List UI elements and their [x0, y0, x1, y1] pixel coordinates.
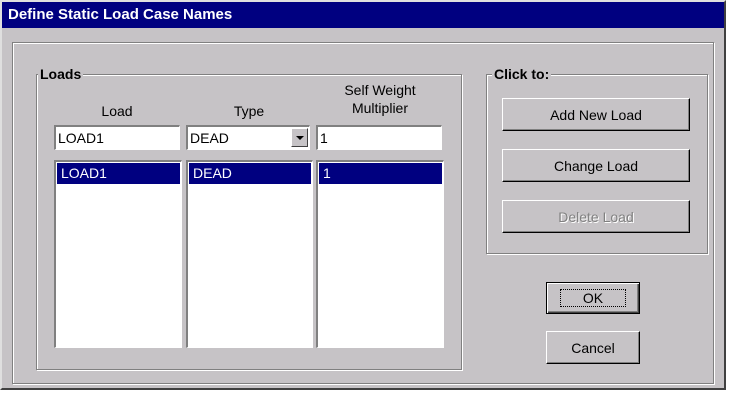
list-item-multiplier[interactable]: 1 — [319, 163, 442, 184]
click-to-group-legend: Click to: — [492, 66, 552, 82]
delete-load-button[interactable]: Delete Load — [502, 200, 690, 233]
list-item-type[interactable]: DEAD — [189, 163, 311, 184]
change-load-button[interactable]: Change Load — [502, 149, 690, 182]
chevron-down-icon — [295, 135, 304, 140]
loads-group-legend: Loads — [38, 66, 84, 82]
load-name-input[interactable]: LOAD1 — [54, 125, 180, 150]
load-type-list[interactable]: DEAD — [186, 160, 313, 348]
load-type-select[interactable]: DEAD — [186, 125, 310, 150]
add-new-load-label: Add New Load — [550, 106, 642, 123]
load-column-header: Load — [101, 103, 133, 119]
delete-load-label: Delete Load — [558, 208, 634, 225]
ok-label: OK — [559, 289, 627, 307]
ok-button[interactable]: OK — [546, 282, 640, 314]
add-new-load-button[interactable]: Add New Load — [502, 98, 690, 131]
list-item-load[interactable]: LOAD1 — [57, 163, 180, 184]
load-name-list[interactable]: LOAD1 — [54, 160, 182, 348]
multiplier-column-header-line1: Self Weight — [344, 82, 416, 98]
title-bar[interactable]: Define Static Load Case Names — [2, 2, 724, 28]
multiplier-list[interactable]: 1 — [316, 160, 444, 348]
window-title: Define Static Load Case Names — [8, 6, 233, 23]
cancel-label: Cancel — [571, 339, 615, 356]
load-type-value: DEAD — [190, 130, 229, 146]
cancel-button[interactable]: Cancel — [546, 331, 640, 364]
self-weight-multiplier-input[interactable]: 1 — [316, 125, 442, 150]
change-load-label: Change Load — [553, 157, 639, 174]
dropdown-arrow-button[interactable] — [291, 128, 308, 147]
multiplier-column-header-line2: Multiplier — [351, 100, 408, 116]
dialog-window: Define Static Load Case Names Loads Load… — [0, 0, 726, 390]
type-column-header: Type — [233, 103, 265, 119]
